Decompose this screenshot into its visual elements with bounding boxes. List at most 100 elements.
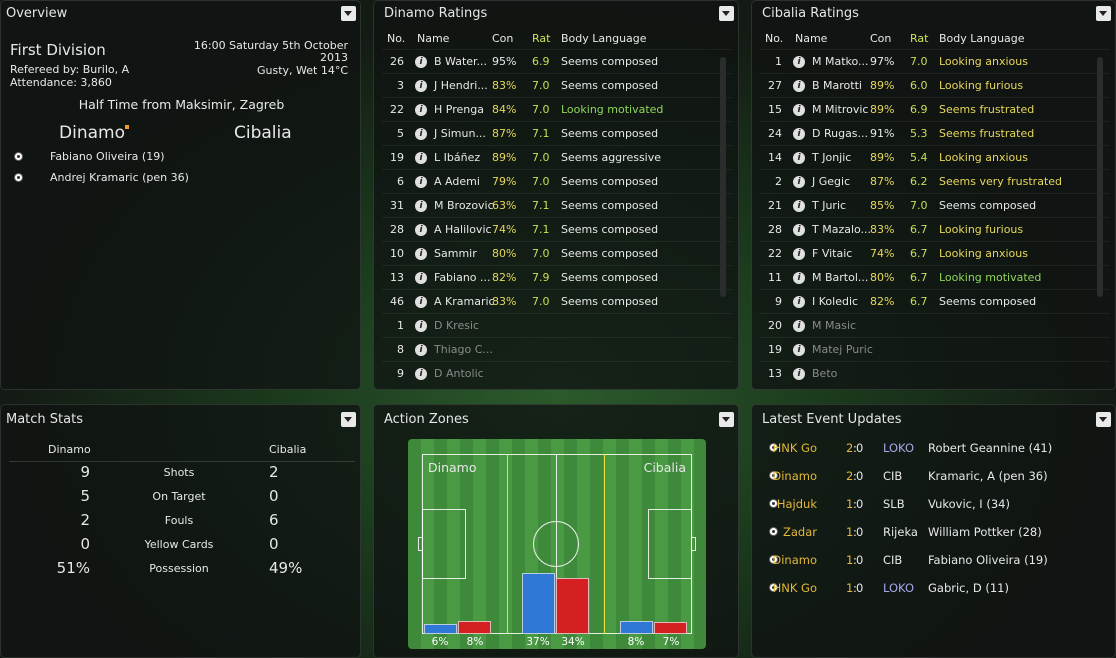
match-stats-menu-button[interactable] bbox=[341, 412, 356, 427]
player-row[interactable]: 21 i T Juric 85% 7.0 Seems composed bbox=[760, 193, 1110, 217]
info-icon[interactable]: i bbox=[793, 176, 805, 188]
info-icon[interactable]: i bbox=[793, 80, 805, 92]
player-name[interactable]: D Rugas... bbox=[812, 122, 868, 146]
dinamo-ratings-menu-button[interactable] bbox=[719, 6, 734, 21]
player-row[interactable]: 31 i M Brozovic 63% 7.1 Seems composed bbox=[382, 193, 732, 217]
info-icon[interactable]: i bbox=[415, 200, 427, 212]
info-icon[interactable]: i bbox=[793, 104, 805, 116]
player-name[interactable]: Sammir bbox=[434, 242, 477, 266]
col-con[interactable]: Con bbox=[492, 29, 513, 49]
info-icon[interactable]: i bbox=[415, 320, 427, 332]
player-name[interactable]: Thiago C... bbox=[434, 338, 493, 362]
info-icon[interactable]: i bbox=[793, 224, 805, 236]
event-row[interactable]: Zadar 1 0 Rijeka William Pottker (28): bbox=[752, 521, 1102, 545]
player-name[interactable]: T Mazalo... bbox=[812, 218, 871, 242]
player-row[interactable]: 6i A Ademi 79% 7.0 Seems composed bbox=[382, 169, 732, 193]
event-row[interactable]: Dinamo 2 0 CIB Kramaric, A (pen 36): bbox=[752, 465, 1102, 489]
dinamo-scrollbar[interactable] bbox=[720, 57, 726, 297]
col-body-language[interactable]: Body Language bbox=[561, 29, 647, 49]
col-no[interactable]: No. bbox=[387, 29, 409, 49]
info-icon[interactable]: i bbox=[793, 320, 805, 332]
info-icon[interactable]: i bbox=[793, 344, 805, 356]
player-row[interactable]: 27 i B Marotti 89% 6.0 Looking furious bbox=[760, 73, 1110, 97]
info-icon[interactable]: i bbox=[415, 224, 427, 236]
player-row[interactable]: 9i D Antolic bbox=[382, 361, 732, 385]
event-row[interactable]: HNK Go 2 0 LOKO Robert Geannine (41): bbox=[752, 437, 1102, 461]
cibalia-ratings-menu-button[interactable] bbox=[1096, 6, 1111, 21]
player-row[interactable]: 2i J Gegic 87% 6.2 Seems very frustrated bbox=[760, 169, 1110, 193]
player-name[interactable]: A Halilovic bbox=[434, 218, 492, 242]
info-icon[interactable]: i bbox=[415, 128, 427, 140]
info-icon[interactable]: i bbox=[793, 248, 805, 260]
player-row[interactable]: 10 i Sammir 80% 7.0 Seems composed bbox=[382, 241, 732, 265]
player-name[interactable]: T Jonjic bbox=[812, 146, 851, 170]
cibalia-scrollbar[interactable] bbox=[1097, 57, 1103, 297]
player-name[interactable]: T Juric bbox=[812, 194, 846, 218]
info-icon[interactable]: i bbox=[793, 296, 805, 308]
info-icon[interactable]: i bbox=[415, 368, 427, 380]
player-row[interactable]: 28 i A Halilovic 74% 7.1 Seems composed bbox=[382, 217, 732, 241]
overview-menu-button[interactable] bbox=[341, 6, 356, 21]
player-name[interactable]: M Masic bbox=[812, 314, 856, 338]
player-row[interactable]: 14 i T Jonjic 89% 5.4 Looking anxious bbox=[760, 145, 1110, 169]
info-icon[interactable]: i bbox=[793, 200, 805, 212]
player-name[interactable]: A Ademi bbox=[434, 170, 480, 194]
player-row[interactable]: 1i D Kresic bbox=[382, 313, 732, 337]
info-icon[interactable]: i bbox=[793, 368, 805, 380]
player-name[interactable]: Matej Puric bbox=[812, 338, 873, 362]
col-con[interactable]: Con bbox=[870, 29, 891, 49]
info-icon[interactable]: i bbox=[415, 56, 427, 68]
info-icon[interactable]: i bbox=[793, 56, 805, 68]
col-rat[interactable]: Rat bbox=[910, 29, 928, 49]
col-name[interactable]: Name bbox=[795, 29, 827, 49]
player-name[interactable]: L Ibáñez bbox=[434, 146, 480, 170]
player-name[interactable]: D Antolic bbox=[434, 362, 484, 386]
info-icon[interactable]: i bbox=[415, 272, 427, 284]
home-team-name[interactable]: Dinamo bbox=[59, 123, 129, 143]
player-name[interactable]: M Matko... bbox=[812, 50, 869, 74]
event-row[interactable]: Dinamo 1 0 CIB Fabiano Oliveira (19): bbox=[752, 549, 1102, 573]
player-row[interactable]: 8 i Thiago C... bbox=[382, 337, 732, 361]
player-row[interactable]: 13 i Fabiano ... 82% 7.9 Seems composed bbox=[382, 265, 732, 289]
player-row[interactable]: 9i I Koledic 82% 6.7 Seems composed bbox=[760, 289, 1110, 313]
player-name[interactable]: J Hendri... bbox=[434, 74, 488, 98]
player-name[interactable]: Fabiano ... bbox=[434, 266, 491, 290]
player-row[interactable]: 26 i B Water... 95% 6.9 Seems composed bbox=[382, 49, 732, 73]
col-no[interactable]: No. bbox=[765, 29, 787, 49]
goal-scorer[interactable]: Andrej Kramaric (pen 36) bbox=[50, 171, 189, 184]
player-name[interactable]: Beto bbox=[812, 362, 837, 386]
action-zones-menu-button[interactable] bbox=[719, 412, 734, 427]
col-rat[interactable]: Rat bbox=[532, 29, 550, 49]
info-icon[interactable]: i bbox=[415, 248, 427, 260]
info-icon[interactable]: i bbox=[415, 104, 427, 116]
player-row[interactable]: 20 i M Masic bbox=[760, 313, 1110, 337]
player-name[interactable]: B Water... bbox=[434, 50, 487, 74]
player-name[interactable]: B Marotti bbox=[812, 74, 862, 98]
player-row[interactable]: 11 i M Bartol... 80% 6.7 Looking motivated bbox=[760, 265, 1110, 289]
col-name[interactable]: Name bbox=[417, 29, 449, 49]
event-row[interactable]: Hajduk 1 0 SLB Vukovic, I (34): bbox=[752, 493, 1102, 517]
player-name[interactable]: H Prenga bbox=[434, 98, 484, 122]
player-name[interactable]: M Mitrovic bbox=[812, 98, 868, 122]
player-name[interactable]: J Gegic bbox=[812, 170, 850, 194]
player-row[interactable]: 1i M Matko... 97% 7.0 Looking anxious bbox=[760, 49, 1110, 73]
goal-scorer[interactable]: Fabiano Oliveira (19) bbox=[50, 150, 164, 163]
event-row[interactable]: HNK Go 1 0 LOKO Gabric, D (11): bbox=[752, 577, 1102, 601]
player-name[interactable]: M Brozovic bbox=[434, 194, 494, 218]
player-row[interactable]: 22 i F Vitaic 74% 6.7 Looking anxious bbox=[760, 241, 1110, 265]
player-row[interactable]: 28 i T Mazalo... 83% 6.7 Looking furious bbox=[760, 217, 1110, 241]
info-icon[interactable]: i bbox=[793, 272, 805, 284]
player-name[interactable]: I Koledic bbox=[812, 290, 858, 314]
info-icon[interactable]: i bbox=[415, 152, 427, 164]
away-team-name[interactable]: Cibalia bbox=[234, 123, 292, 143]
player-row[interactable]: 24 i D Rugas... 91% 5.3 Seems frustrated bbox=[760, 121, 1110, 145]
info-icon[interactable]: i bbox=[793, 152, 805, 164]
player-name[interactable]: D Kresic bbox=[434, 314, 479, 338]
info-icon[interactable]: i bbox=[415, 296, 427, 308]
event-updates-menu-button[interactable] bbox=[1096, 412, 1111, 427]
col-body-language[interactable]: Body Language bbox=[939, 29, 1025, 49]
player-row[interactable]: 22 i H Prenga 84% 7.0 Looking motivated bbox=[382, 97, 732, 121]
player-row[interactable]: 15 i M Mitrovic 89% 6.9 Seems frustrated bbox=[760, 97, 1110, 121]
info-icon[interactable]: i bbox=[415, 176, 427, 188]
player-row[interactable]: 5i J Simun... 87% 7.1 Seems composed bbox=[382, 121, 732, 145]
